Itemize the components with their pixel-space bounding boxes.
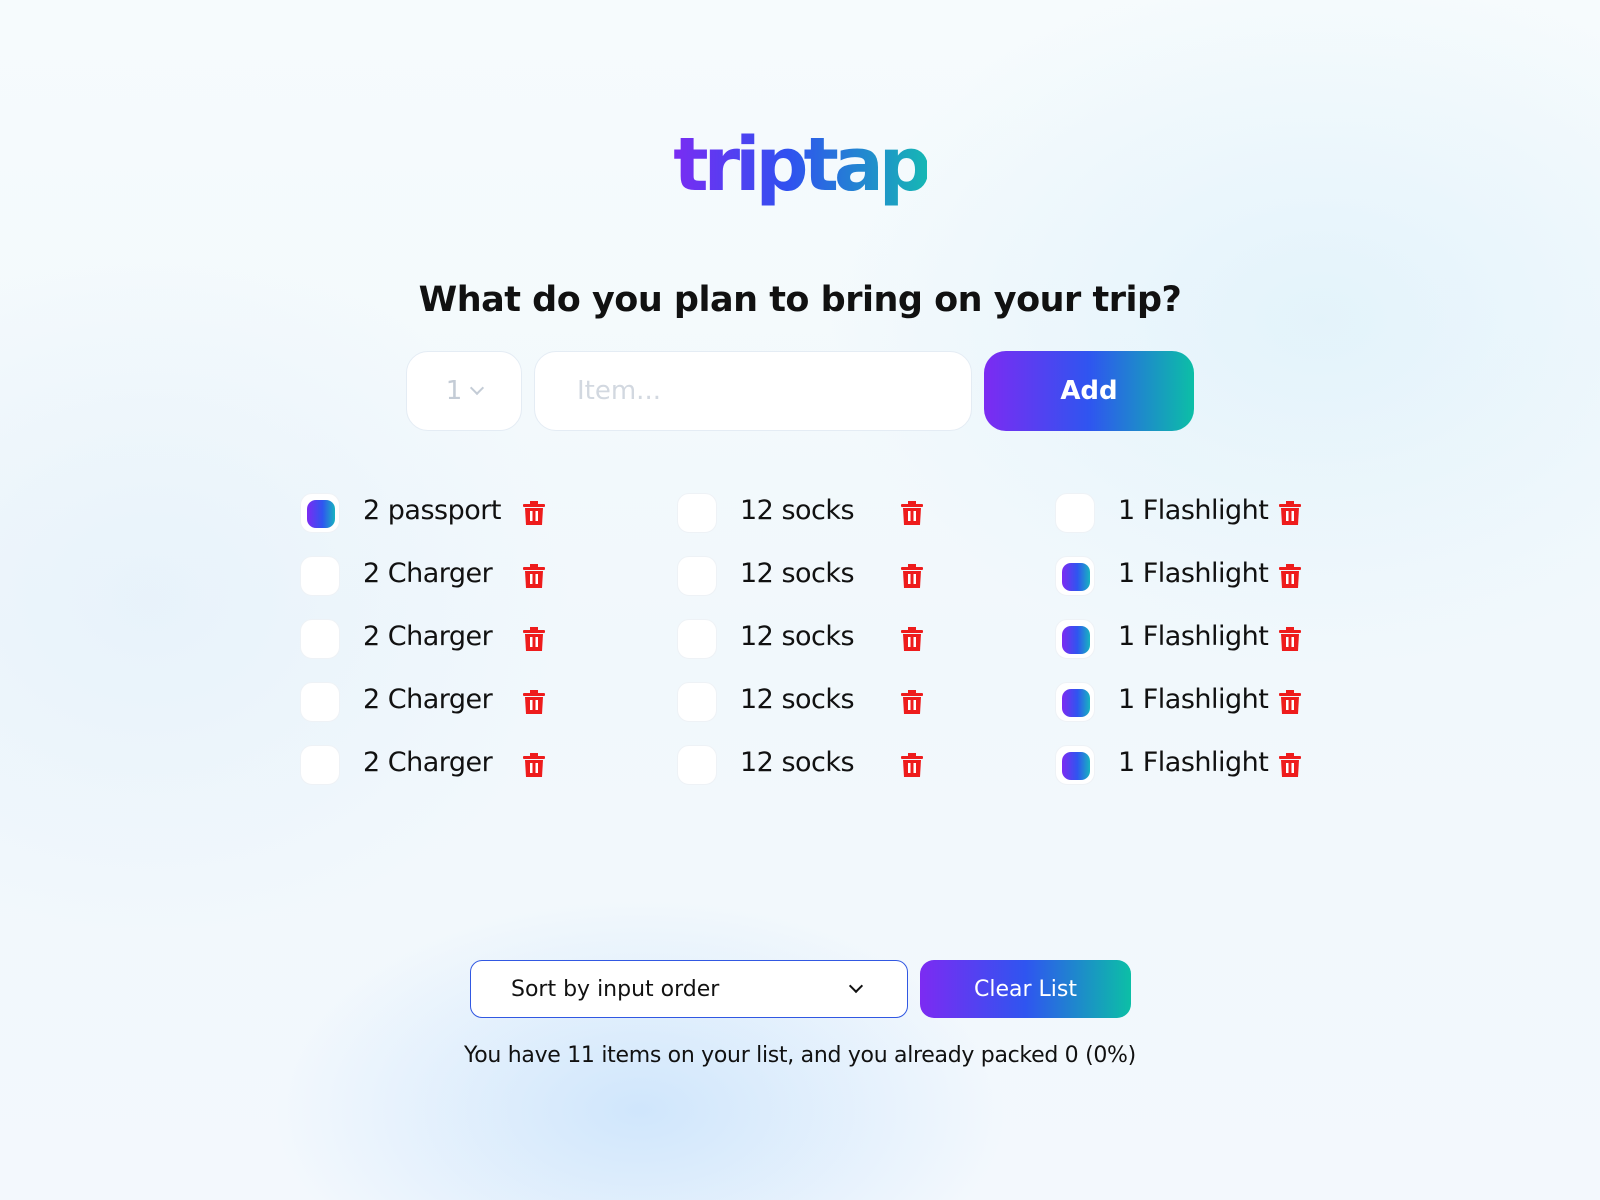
list-item: 2 Charger (300, 556, 545, 596)
item-label: 2 Charger (363, 684, 493, 715)
trash-icon[interactable] (523, 753, 545, 777)
list-item: 2 Charger (300, 682, 545, 722)
list-item: 1 Flashlight (1055, 745, 1301, 785)
list-item: 12 socks (677, 556, 923, 596)
item-label: 12 socks (740, 747, 855, 778)
item-checkbox[interactable] (300, 556, 340, 596)
quantity-select[interactable]: 1 (406, 351, 522, 431)
trash-icon[interactable] (523, 501, 545, 525)
clear-list-button[interactable]: Clear List (920, 960, 1131, 1018)
trash-icon[interactable] (1279, 501, 1301, 525)
item-checkbox[interactable] (300, 682, 340, 722)
list-item: 1 Flashlight (1055, 493, 1301, 533)
item-checkbox[interactable] (677, 493, 717, 533)
trash-icon[interactable] (523, 627, 545, 651)
packing-stats: You have 11 items on your list, and you … (464, 1043, 1136, 1068)
item-label: 1 Flashlight (1118, 558, 1269, 589)
trash-icon[interactable] (1279, 564, 1301, 588)
trash-icon[interactable] (901, 690, 923, 714)
item-label: 1 Flashlight (1118, 621, 1269, 652)
quantity-value: 1 (445, 376, 463, 406)
chevron-down-icon (470, 380, 485, 396)
sort-select[interactable]: Sort by input order (470, 960, 908, 1018)
page-question: What do you plan to bring on your trip? (418, 280, 1182, 320)
list-item: 12 socks (677, 493, 923, 533)
trash-icon[interactable] (1279, 627, 1301, 651)
item-checkbox[interactable] (1055, 619, 1095, 659)
list-item: 1 Flashlight (1055, 619, 1301, 659)
sort-value: Sort by input order (511, 976, 720, 1002)
item-label: 2 Charger (363, 747, 493, 778)
trash-icon[interactable] (1279, 690, 1301, 714)
item-checkbox[interactable] (1055, 745, 1095, 785)
list-item: 12 socks (677, 745, 923, 785)
item-checkbox[interactable] (677, 619, 717, 659)
list-item: 2 Charger (300, 745, 545, 785)
item-input[interactable] (534, 351, 972, 431)
chevron-down-icon (848, 978, 864, 994)
list-item: 1 Flashlight (1055, 556, 1301, 596)
item-checkbox[interactable] (300, 619, 340, 659)
item-checkbox[interactable] (677, 745, 717, 785)
trash-icon[interactable] (523, 564, 545, 588)
trash-icon[interactable] (901, 501, 923, 525)
item-label: 1 Flashlight (1118, 684, 1269, 715)
item-checkbox[interactable] (300, 745, 340, 785)
item-label: 12 socks (740, 684, 855, 715)
trash-icon[interactable] (901, 753, 923, 777)
item-label: 12 socks (740, 558, 855, 589)
packing-list-app: triptap What do you plan to bring on you… (0, 0, 1600, 1200)
item-checkbox[interactable] (1055, 493, 1095, 533)
item-checkbox[interactable] (1055, 556, 1095, 596)
item-checkbox[interactable] (1055, 682, 1095, 722)
item-label: 1 Flashlight (1118, 495, 1269, 526)
item-label: 2 passport (363, 495, 501, 526)
item-label: 1 Flashlight (1118, 747, 1269, 778)
trash-icon[interactable] (901, 564, 923, 588)
item-checkbox[interactable] (677, 682, 717, 722)
item-label: 2 Charger (363, 558, 493, 589)
trash-icon[interactable] (523, 690, 545, 714)
list-item: 12 socks (677, 682, 923, 722)
logo-text: triptap (673, 122, 931, 208)
item-checkbox[interactable] (677, 556, 717, 596)
list-item: 1 Flashlight (1055, 682, 1301, 722)
item-label: 12 socks (740, 495, 855, 526)
add-button[interactable]: Add (984, 351, 1194, 431)
list-item: 12 socks (677, 619, 923, 659)
item-label: 2 Charger (363, 621, 493, 652)
item-label: 12 socks (740, 621, 855, 652)
list-item: 2 Charger (300, 619, 545, 659)
app-logo: triptap (0, 128, 1600, 202)
trash-icon[interactable] (901, 627, 923, 651)
list-item: 2 passport (300, 493, 545, 533)
item-checkbox[interactable] (300, 493, 340, 533)
trash-icon[interactable] (1279, 753, 1301, 777)
